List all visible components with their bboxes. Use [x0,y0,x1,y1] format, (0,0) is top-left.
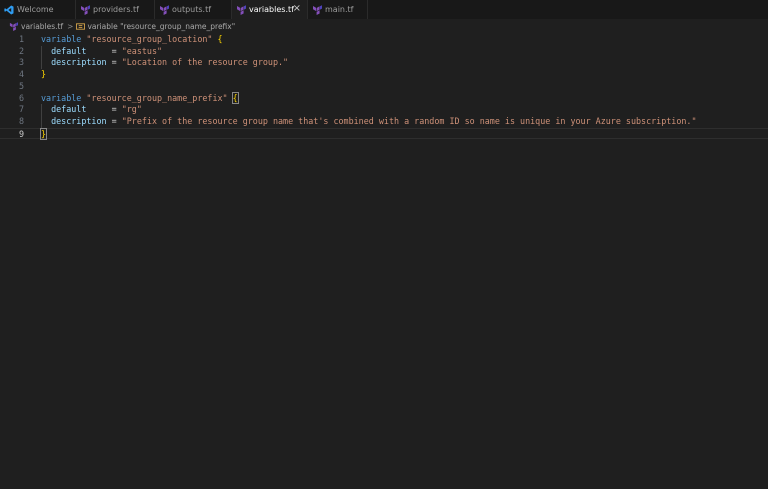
token-str: "eastus" [121,45,163,56]
line-number: 2 [18,45,24,56]
token-plain: = [86,104,122,115]
breadcrumb: variables.tf > variable "resource_group_… [0,19,768,34]
token-str: "Prefix of the resource group name that'… [121,115,697,126]
line-number: 4 [18,69,24,80]
token-brace-box: } [39,127,48,140]
code-text: } [39,127,48,140]
token-str: "resource_group_location" [86,34,213,44]
line-number: 3 [18,57,24,68]
tab-label: providers.tf [93,5,139,14]
token-kw: variable [41,92,82,103]
code-line[interactable]: 8 description = "Prefix of the resource … [0,116,768,128]
tab-label: main.tf [325,5,354,14]
token-prop: default [51,45,87,56]
token-brace: } [41,69,47,80]
line-number: 7 [18,104,24,115]
symbol-variable-icon [76,22,86,31]
breadcrumb-symbol[interactable]: variable "resource_group_name_prefix" [87,22,235,31]
token-str: "Location of the resource group." [121,57,289,68]
vscode-logo-icon [4,5,14,15]
code-line[interactable]: 1 variable "resource_group_location" { [0,34,768,46]
code-line[interactable]: 2 default = "eastus" [0,46,768,58]
token-plain: = [86,45,122,56]
breadcrumb-file[interactable]: variables.tf [21,22,63,31]
token-prop: default [51,104,87,115]
code-line[interactable]: 7 default = "rg" [0,104,768,116]
current-code-line[interactable]: 9} [0,127,768,140]
token-prop: description [51,57,107,68]
terraform-icon [9,22,18,31]
token-plain: = [106,115,122,126]
tab-welcome[interactable]: Welcome [0,0,76,19]
token-brace: { [217,34,223,44]
vscode-window: Welcome providers.tf outputs.tf variables.t… [0,0,768,489]
code-text: variable "resource_group_location" { [41,34,223,46]
tab-variables-tf[interactable]: variables.tf × [232,0,308,19]
code-line[interactable]: 5 [0,81,768,93]
breadcrumb-separator: > [67,22,74,31]
terraform-icon [312,4,322,15]
token-brace-box: { [231,91,239,104]
token-str: "resource_group_name_prefix" [86,92,228,103]
token-prop: description [51,115,107,126]
line-number: 8 [18,115,24,126]
code-line[interactable]: 4} [0,69,768,81]
line-number: 5 [18,80,24,91]
code-text: description = "Location of the resource … [41,57,288,69]
code-text: default = "eastus" [41,46,162,58]
tab-providers-tf[interactable]: providers.tf [76,0,155,19]
close-icon[interactable]: × [293,3,301,15]
code-text: default = "rg" [41,104,142,116]
token-str: "rg" [121,104,142,115]
code-text: } [41,69,46,81]
terraform-icon [236,4,246,15]
code-text: variable "resource_group_name_prefix" { [41,91,239,105]
code-line[interactable]: 3 description = "Location of the resourc… [0,57,768,69]
code-editor[interactable]: 1 variable "resource_group_location" {2 d… [0,34,768,489]
line-number: 9 [18,128,24,139]
tab-main-tf[interactable]: main.tf [308,0,368,19]
tab-bar: Welcome providers.tf outputs.tf variables.t… [0,0,768,19]
line-number: 1 [18,34,24,44]
terraform-icon [159,4,169,15]
tab-outputs-tf[interactable]: outputs.tf [155,0,232,19]
terraform-icon [80,4,90,15]
code-line[interactable]: 6 variable "resource_group_name_prefix" { [0,91,768,105]
tab-label: Welcome [17,5,54,14]
tab-label: variables.tf [249,5,294,14]
tab-label: outputs.tf [172,5,212,14]
token-plain: = [106,57,122,68]
code-text: description = "Prefix of the resource gr… [41,115,697,128]
line-number: 6 [18,92,24,103]
token-kw: variable [41,34,82,44]
